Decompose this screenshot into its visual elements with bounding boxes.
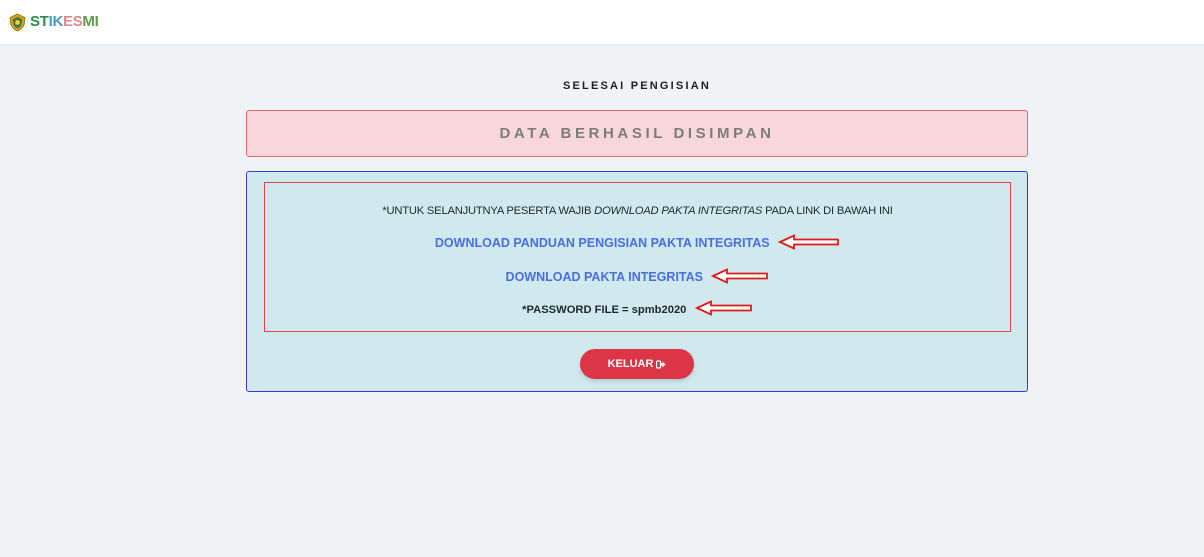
- page-title: SELESAI PENGISIAN: [562, 80, 712, 92]
- alert-message: DATA BERHASIL DISIMPAN: [499, 125, 775, 142]
- guide-link-row: DOWNLOAD PANDUAN PENGISIAN PAKTA INTEGRI…: [265, 233, 1010, 252]
- download-info-panel: *UNTUK SELANJUTNYA PESERTA WAJIB DOWNLOA…: [246, 171, 1028, 392]
- download-links-box: *UNTUK SELANJUTNYA PESERTA WAJIB DOWNLOA…: [264, 182, 1011, 332]
- shield-emblem-icon: [9, 13, 26, 31]
- brand-name-part: ST: [30, 13, 49, 30]
- password-text: *PASSWORD FILE = spmb2020: [522, 304, 687, 316]
- brand-name-part: ES: [62, 13, 83, 30]
- sign-out-icon: [656, 359, 666, 369]
- instruction-text: *UNTUK SELANJUTNYA PESERTA WAJIB DOWNLOA…: [265, 205, 1010, 217]
- instruction-italic: DOWNLOAD PAKTA INTEGRITAS: [594, 205, 763, 217]
- brand-logo-link[interactable]: STIKESMI: [8, 12, 99, 32]
- top-navbar: STIKESMI: [0, 0, 1204, 44]
- red-left-arrow-icon: [694, 299, 752, 316]
- download-pakta-link[interactable]: DOWNLOAD PAKTA INTEGRITAS: [506, 270, 703, 284]
- download-guide-link[interactable]: DOWNLOAD PANDUAN PENGISIAN PAKTA INTEGRI…: [435, 236, 770, 250]
- red-left-arrow-icon: [778, 233, 839, 250]
- pakta-link-row: DOWNLOAD PAKTA INTEGRITAS: [265, 267, 1010, 286]
- password-row: *PASSWORD FILE = spmb2020: [265, 299, 1010, 318]
- brand-name-part: IK: [48, 13, 64, 30]
- instruction-suffix: PADA LINK DI BAWAH INI: [762, 205, 893, 217]
- brand-name: STIKESMI: [30, 13, 99, 31]
- logout-button[interactable]: KELUAR: [580, 349, 694, 379]
- brand-name-part: MI: [82, 13, 99, 30]
- instruction-prefix: *UNTUK SELANJUTNYA PESERTA WAJIB: [382, 205, 595, 217]
- red-left-arrow-icon: [711, 267, 769, 284]
- save-success-alert: DATA BERHASIL DISIMPAN: [246, 110, 1028, 157]
- logout-label: KELUAR: [607, 358, 654, 370]
